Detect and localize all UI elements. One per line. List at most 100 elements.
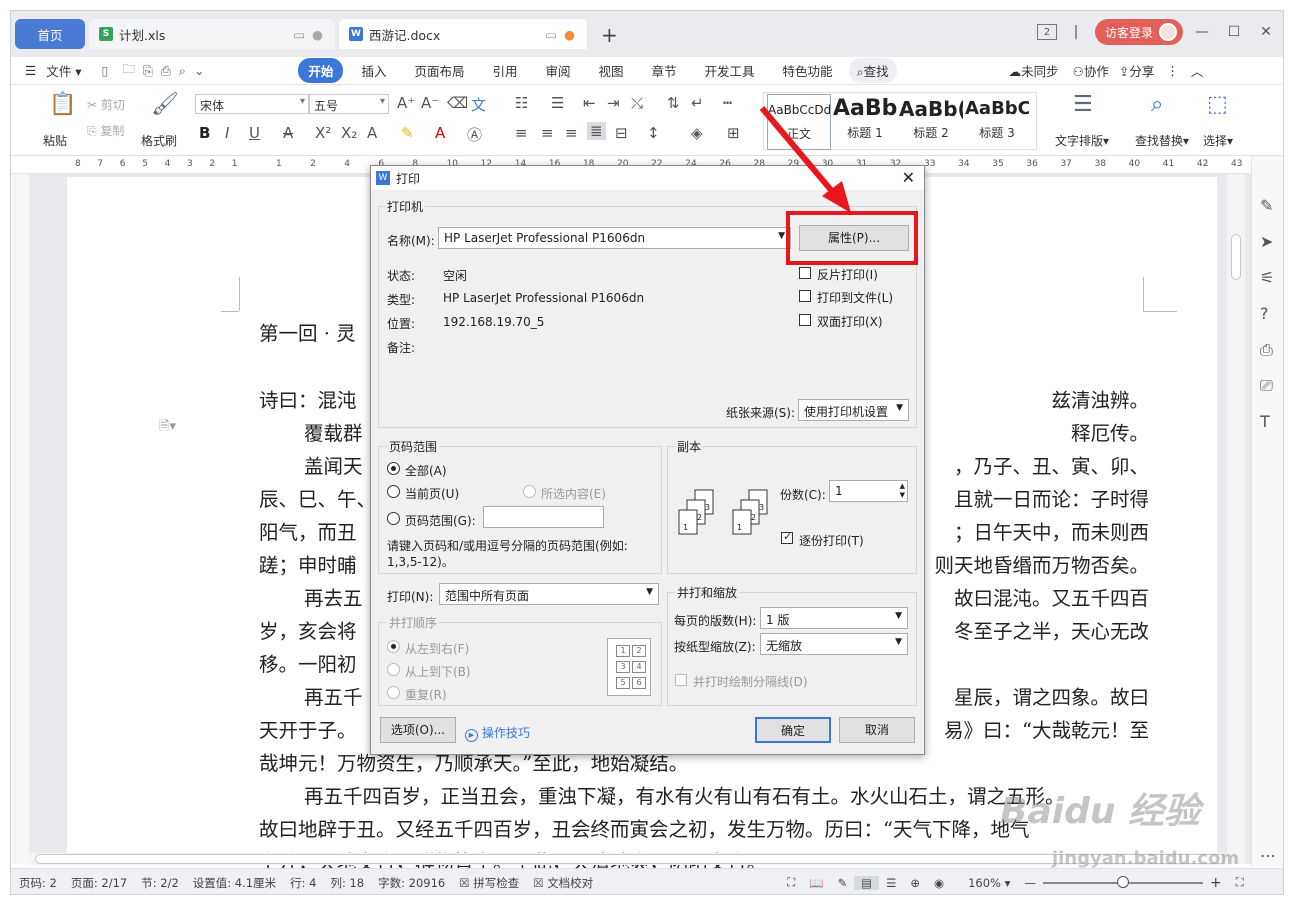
bold-icon[interactable]: B	[199, 124, 210, 142]
menu-developer[interactable]: 开发工具	[695, 61, 765, 80]
pen-icon[interactable]: ✎	[1260, 196, 1273, 215]
ok-button[interactable]: 确定	[755, 717, 831, 743]
fit-icon[interactable]: ⛶	[1229, 875, 1251, 890]
range-selection-radio[interactable]	[523, 485, 536, 498]
font-name-select[interactable]: 宋体	[195, 94, 309, 114]
cursor-icon[interactable]: ➤	[1260, 232, 1273, 251]
status-pages[interactable]: 页面: 2/17	[64, 875, 134, 891]
doc-search-icon[interactable]: ⎚	[1260, 376, 1273, 396]
line-spacing-icon[interactable]: ↕	[647, 124, 660, 142]
spell-check-button[interactable]: ☒ 拼写检查	[452, 875, 526, 891]
sort-az-icon[interactable]: ⇅	[667, 94, 680, 112]
range-pages-radio[interactable]	[387, 512, 400, 525]
doc-nav-icon[interactable]: 🗎▾	[159, 417, 176, 439]
close-icon[interactable]: ✕	[902, 168, 915, 187]
menu-review[interactable]: 审阅	[535, 61, 580, 80]
minimize-icon[interactable]: —	[1189, 19, 1215, 45]
scale-select[interactable]: 无缩放 ▼	[760, 633, 908, 655]
highlight-icon[interactable]: ✎	[401, 124, 414, 142]
grow-font-icon[interactable]: A⁺	[397, 94, 415, 112]
order-tb-radio[interactable]	[387, 663, 400, 676]
vertical-scroll-thumb[interactable]	[1231, 234, 1241, 280]
phonetic-icon[interactable]: 文	[471, 94, 486, 115]
more-icon[interactable]: ⌄	[190, 63, 208, 78]
copies-input[interactable]: 1 ▲ ▼	[829, 480, 908, 502]
read-mode-icon[interactable]: 📖	[802, 876, 830, 890]
font-size-select[interactable]: 五号	[309, 94, 389, 114]
justify-icon[interactable]: ≣	[587, 122, 606, 140]
paste-icon[interactable]: 📋	[49, 92, 76, 117]
text-icon[interactable]: T	[1260, 412, 1270, 431]
spinner-icon[interactable]: ▲ ▼	[900, 482, 905, 500]
fullscreen-icon[interactable]: ⛶	[780, 875, 802, 890]
save-icon[interactable]: ⎘	[139, 63, 157, 79]
horizontal-scroll-thumb[interactable]	[35, 854, 1225, 864]
page-range-input[interactable]	[483, 506, 604, 528]
cancel-button[interactable]: 取消	[839, 717, 915, 743]
format-painter-icon[interactable]: 🖌	[151, 92, 179, 117]
page-view-icon[interactable]: ▤	[854, 875, 880, 890]
zoom-select[interactable]: 160% ▾	[961, 876, 1017, 890]
printer-name-select[interactable]: HP LaserJet Professional P1606dn ▼	[438, 227, 791, 249]
tab-home[interactable]: 首页	[15, 19, 85, 49]
monitor-icon[interactable]: ▭	[545, 27, 557, 42]
reverse-print-checkbox[interactable]	[799, 267, 811, 279]
collab-button[interactable]: ⚇协作	[1069, 61, 1113, 80]
zoom-out-icon[interactable]: —	[1017, 876, 1043, 890]
menu-insert[interactable]: 插入	[351, 61, 396, 80]
outdent-icon[interactable]: ⇤	[583, 94, 596, 112]
select-button[interactable]: 选择▾	[1203, 132, 1233, 149]
open-icon[interactable]: 🗀	[118, 60, 139, 81]
shrink-font-icon[interactable]: A⁻	[421, 94, 439, 112]
collapse-ribbon-icon[interactable]: ︿	[1185, 61, 1210, 80]
show-marks-icon[interactable]: ↵	[691, 94, 704, 112]
range-all-radio[interactable]	[387, 462, 400, 475]
copy-button[interactable]: ⎘ 复制	[87, 122, 124, 139]
collate-checkbox[interactable]: ✓	[781, 530, 793, 544]
print-what-select[interactable]: 范围中所有页面 ▼	[439, 583, 659, 605]
status-words[interactable]: 字数: 20916	[371, 875, 452, 891]
preview-icon[interactable]: ⌕	[175, 63, 190, 79]
strikethrough-icon[interactable]: A	[283, 124, 293, 142]
more-icon[interactable]: ⋯	[1260, 846, 1276, 865]
distributed-icon[interactable]: ⊟	[615, 124, 628, 142]
italic-icon[interactable]: I	[225, 124, 229, 142]
hamburger-icon[interactable]: ☰	[11, 63, 46, 78]
badge[interactable]: 2	[1036, 24, 1057, 40]
tab-doc[interactable]: W 西游记.docx ▭ ●	[339, 19, 587, 49]
cut-button[interactable]: ✂ 剪切	[87, 96, 125, 113]
range-current-radio[interactable]	[387, 485, 400, 498]
paper-source-select[interactable]: 使用打印机设置 ▼	[798, 399, 909, 421]
align-right-icon[interactable]: ≡	[565, 124, 578, 142]
bullets-icon[interactable]: ☷	[515, 94, 528, 112]
char-border-icon[interactable]: Ⓐ	[467, 124, 482, 145]
print-to-file-checkbox[interactable]	[799, 290, 811, 302]
search-button[interactable]: ⌕查找	[848, 58, 897, 83]
monitor-icon[interactable]: ▭	[293, 27, 305, 42]
tips-link[interactable]: ▶ 操作技巧	[465, 724, 530, 742]
paste-button[interactable]: 粘贴	[43, 132, 67, 149]
horizontal-scrollbar[interactable]	[29, 853, 1229, 865]
menu-file[interactable]: 文件 ▾	[46, 61, 91, 80]
print-icon[interactable]: ⎙	[157, 63, 175, 79]
numbering-icon[interactable]: ☰	[551, 94, 564, 112]
menu-chapter[interactable]: 章节	[642, 61, 687, 80]
draw-lines-checkbox[interactable]	[675, 674, 687, 686]
underline-icon[interactable]: U	[249, 124, 260, 142]
shading-icon[interactable]: ◈	[691, 124, 703, 142]
text-effect-icon[interactable]: A	[367, 124, 377, 142]
zoom-slider-thumb[interactable]	[1116, 875, 1129, 888]
subscript-icon[interactable]: X₂	[341, 124, 357, 142]
font-color-icon[interactable]: A	[435, 124, 445, 142]
select-icon[interactable]: ⬚	[1207, 92, 1228, 117]
new-doc-icon[interactable]: ▯	[91, 63, 118, 78]
zoom-in-icon[interactable]: +	[1203, 875, 1229, 891]
vertical-scrollbar[interactable]	[1227, 174, 1245, 864]
share-button[interactable]: ⇪分享	[1113, 61, 1161, 80]
text-layout-icon[interactable]: ☰	[1073, 92, 1093, 117]
indent-icon[interactable]: ⇥	[607, 94, 620, 112]
style-heading3[interactable]: AaBbC(标题 3	[965, 94, 1029, 150]
order-lr-radio[interactable]	[387, 640, 400, 653]
web-view-icon[interactable]: ⊕	[903, 876, 927, 890]
menu-start[interactable]: 开始	[298, 58, 344, 83]
